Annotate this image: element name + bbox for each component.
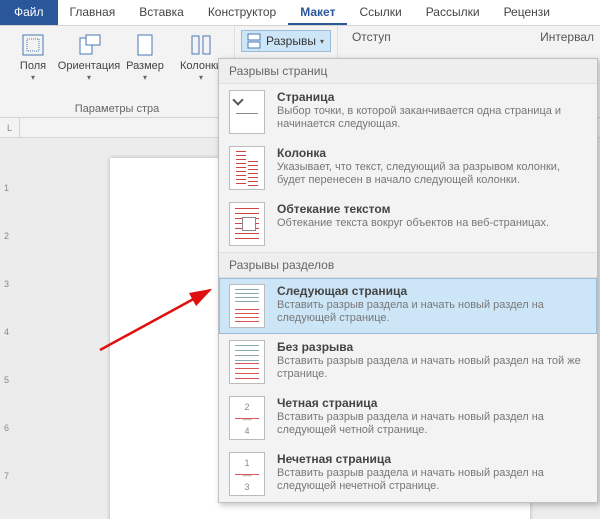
orientation-button[interactable]: Ориентация ▾ [62,30,116,84]
break-column-icon [229,146,265,190]
break-continuous-desc: Вставить разрыв раздела и начать новый р… [277,355,587,381]
break-odd-page-icon [229,452,265,496]
break-next-page-desc: Вставить разрыв раздела и начать новый р… [277,299,587,325]
chevron-down-icon: ▾ [87,73,91,82]
group-caption-page-setup: Параметры стра [6,101,228,115]
margins-button[interactable]: Поля ▾ [6,30,60,84]
break-wrap-desc: Обтекание текста вокруг объектов на веб-… [277,217,587,230]
columns-icon [188,32,214,58]
break-odd-page[interactable]: Нечетная страница Вставить разрыв раздел… [219,446,597,502]
break-continuous-icon [229,340,265,384]
columns-label: Колонки [180,60,222,72]
break-next-page-icon [229,284,265,328]
section-breaks-header: Разрывы разделов [219,252,597,278]
break-next-page[interactable]: Следующая страница Вставить разрыв разде… [219,278,597,334]
orientation-label: Ориентация [58,60,120,72]
break-odd-page-desc: Вставить разрыв раздела и начать новый р… [277,467,587,493]
chevron-down-icon: ▾ [320,37,324,46]
break-continuous[interactable]: Без разрыва Вставить разрыв раздела и на… [219,334,597,390]
tab-file[interactable]: Файл [0,0,58,25]
break-page-desc: Выбор точки, в которой заканчивается одн… [277,105,587,131]
tab-mailings[interactable]: Рассылки [414,0,492,25]
break-column-desc: Указывает, что текст, следующий за разры… [277,161,587,187]
spacing-label: Интервал [540,30,594,44]
breaks-label: Разрывы [266,34,316,48]
page-breaks-header: Разрывы страниц [219,59,597,84]
orientation-icon [76,32,102,58]
tab-home[interactable]: Главная [58,0,128,25]
break-even-page-title: Четная страница [277,396,587,410]
break-wrap-title: Обтекание текстом [277,202,587,216]
break-next-page-title: Следующая страница [277,284,587,298]
margins-icon [20,32,46,58]
break-even-page-desc: Вставить разрыв раздела и начать новый р… [277,411,587,437]
break-wrap[interactable]: Обтекание текстом Обтекание текста вокру… [219,196,597,252]
indent-label: Отступ [352,30,391,44]
break-page[interactable]: Страница Выбор точки, в которой заканчив… [219,84,597,140]
break-page-icon [229,90,265,134]
ruler-corner: L [0,118,20,138]
tab-layout[interactable]: Макет [288,0,347,25]
ribbon-tabs: Файл Главная Вставка Конструктор Макет С… [0,0,600,26]
chevron-down-icon: ▾ [199,73,203,82]
break-page-title: Страница [277,90,587,104]
tab-insert[interactable]: Вставка [127,0,196,25]
size-icon [132,32,158,58]
break-column[interactable]: Колонка Указывает, что текст, следующий … [219,140,597,196]
break-continuous-title: Без разрыва [277,340,587,354]
tab-review[interactable]: Рецензи [492,0,562,25]
chevron-down-icon: ▾ [143,73,147,82]
chevron-down-icon: ▾ [31,73,35,82]
page-break-icon [246,33,262,49]
size-button[interactable]: Размер ▾ [118,30,172,84]
break-odd-page-title: Нечетная страница [277,452,587,466]
breaks-button[interactable]: Разрывы ▾ [241,30,331,52]
margins-label: Поля [20,60,46,72]
breaks-gallery: Разрывы страниц Страница Выбор точки, в … [218,58,598,503]
tab-references[interactable]: Ссылки [347,0,413,25]
break-wrap-icon [229,202,265,246]
break-column-title: Колонка [277,146,587,160]
size-label: Размер [126,60,164,72]
break-even-page[interactable]: Четная страница Вставить разрыв раздела … [219,390,597,446]
tab-design[interactable]: Конструктор [196,0,288,25]
break-even-page-icon [229,396,265,440]
group-page-setup: Поля ▾ Ориентация ▾ Размер ▾ [0,26,235,117]
